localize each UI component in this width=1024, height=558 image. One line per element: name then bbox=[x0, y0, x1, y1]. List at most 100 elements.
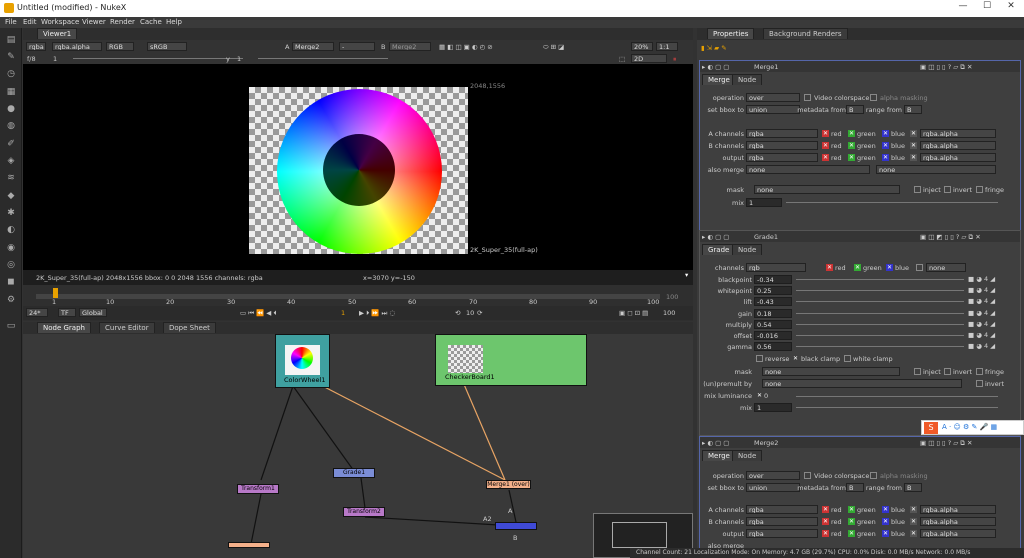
gain-value[interactable]: 1 bbox=[53, 55, 57, 63]
checkerboard-node[interactable]: CheckerBoard1 bbox=[435, 334, 587, 386]
grade1-whitepoint-slider[interactable] bbox=[796, 290, 964, 291]
minimap-viewport[interactable] bbox=[612, 522, 667, 548]
grade1-blackpoint-slider[interactable] bbox=[796, 279, 964, 280]
timeline-end[interactable]: 100 bbox=[666, 293, 678, 301]
grade1-gain-swatch-icons[interactable]: ■ ◕ 4 ◢ bbox=[968, 309, 995, 317]
merge2-tab-merge[interactable]: Merge bbox=[702, 450, 736, 461]
frame-field[interactable]: 1 bbox=[341, 309, 345, 317]
grade1-mix-field[interactable]: 1 bbox=[754, 403, 792, 412]
grade1-lift-slider[interactable] bbox=[796, 301, 964, 302]
metadata-icon[interactable]: ◐ bbox=[5, 224, 17, 236]
alpha-dropdown[interactable]: rgba.alpha bbox=[52, 42, 102, 51]
roi-icon[interactable]: ⬚ bbox=[619, 55, 625, 63]
close-icon[interactable]: ✕ bbox=[1004, 1, 1018, 15]
tab-node-graph[interactable]: Node Graph bbox=[37, 322, 91, 333]
grade1-reverse-checkbox[interactable] bbox=[756, 355, 763, 362]
rgb-dropdown[interactable]: RGB bbox=[106, 42, 134, 51]
grade1-gamma-slider[interactable] bbox=[796, 346, 964, 347]
merge2-b-channels-dropdown[interactable]: rgba bbox=[746, 517, 818, 526]
fstop-label[interactable]: f/8 bbox=[27, 55, 36, 63]
merge1-operation-dropdown[interactable]: over bbox=[746, 93, 800, 102]
grade1-mask-dropdown[interactable]: none bbox=[762, 367, 900, 376]
playhead[interactable] bbox=[53, 288, 58, 298]
merge-icon[interactable]: ◈ bbox=[5, 155, 17, 167]
merge1-also-merge-dropdown[interactable]: none bbox=[746, 165, 870, 174]
grade1-alpha-checkbox[interactable] bbox=[916, 264, 923, 271]
merge1-out-alpha-dropdown[interactable]: rgba.alpha bbox=[920, 153, 996, 162]
grade-node[interactable]: Grade1 bbox=[333, 468, 375, 478]
grade1-multiply-swatch-icons[interactable]: ■ ◕ 4 ◢ bbox=[968, 320, 995, 328]
merge1-a-alpha-dropdown[interactable]: rgba.alpha bbox=[920, 129, 996, 138]
tab-viewer[interactable]: Viewer1 bbox=[37, 28, 78, 39]
merge1-a-blue-checkbox[interactable]: ✕ bbox=[882, 130, 889, 137]
viewer-icons-2[interactable]: ⬭ ⊞ ◪ bbox=[543, 43, 564, 52]
zoom-dropdown[interactable]: 20% bbox=[631, 42, 653, 51]
node-graph-canvas[interactable]: ColorWheel1 CheckerBoard1 Grade1 Transfo… bbox=[23, 334, 693, 558]
ime-logo-icon[interactable]: S bbox=[924, 422, 938, 434]
merge1-tab-merge[interactable]: Merge bbox=[702, 74, 736, 85]
keyer-icon[interactable]: ✐ bbox=[5, 138, 17, 150]
merge2-b-red-checkbox[interactable]: ✕ bbox=[822, 518, 829, 525]
merge1-a-channels-dropdown[interactable]: rgba bbox=[746, 129, 818, 138]
grade1-multiply-field[interactable]: 0.54 bbox=[754, 320, 792, 329]
grade1-channels-dropdown[interactable]: rgb bbox=[746, 263, 806, 272]
merge1-mix-slider[interactable] bbox=[786, 202, 998, 203]
merge2-out-green-checkbox[interactable]: ✕ bbox=[848, 530, 855, 537]
a-input-dropdown[interactable]: Merge2 bbox=[292, 42, 334, 51]
grade1-fringe-checkbox[interactable] bbox=[976, 368, 983, 375]
3d-icon[interactable]: ◆ bbox=[5, 190, 17, 202]
grade1-alpha-dropdown[interactable]: none bbox=[926, 263, 966, 272]
merge1-b-blue-checkbox[interactable]: ✕ bbox=[882, 142, 889, 149]
menu-edit[interactable]: Edit bbox=[23, 18, 37, 26]
merge1-out-alpha-checkbox[interactable]: ✕ bbox=[910, 154, 917, 161]
end-frame[interactable]: 100 bbox=[663, 309, 675, 317]
merge1-out-blue-checkbox[interactable]: ✕ bbox=[882, 154, 889, 161]
gamma-slider[interactable] bbox=[258, 58, 388, 59]
merge1-header-right-icons[interactable]: ▣ ◫ ▯ ▯ ? ▱ ⧉ ✕ bbox=[920, 63, 972, 72]
grade1-offset-field[interactable]: -0.016 bbox=[754, 331, 792, 340]
merge2-alpha-masking-checkbox[interactable] bbox=[870, 472, 877, 479]
merge1-invert-checkbox[interactable] bbox=[944, 186, 951, 193]
ime-toolbar[interactable]: S A · ☺ ⚙ ✎ 🎤 ▦ bbox=[921, 420, 1024, 435]
merge2-bbox-dropdown[interactable]: union bbox=[746, 483, 800, 492]
other-icon[interactable]: ⚙ bbox=[5, 294, 17, 306]
grade1-mixlum-slider[interactable] bbox=[796, 396, 998, 397]
tab-background-renders[interactable]: Background Renders bbox=[763, 28, 848, 39]
merge1-a-green-checkbox[interactable]: ✕ bbox=[848, 130, 855, 137]
merge1-range-dropdown[interactable]: B bbox=[904, 105, 922, 114]
merge1-node[interactable]: Merge1 (over) bbox=[486, 480, 531, 489]
merge1-mask-dropdown[interactable]: none bbox=[754, 185, 900, 194]
transform1-node[interactable]: Transform1 bbox=[237, 484, 279, 494]
transform2-node[interactable]: Transform2 bbox=[343, 507, 385, 517]
gamma-value[interactable]: 1 bbox=[237, 55, 241, 63]
ime-tool-icons[interactable]: A · ☺ ⚙ ✎ 🎤 ▦ bbox=[942, 423, 997, 431]
grade1-unpremult-dropdown[interactable]: none bbox=[762, 379, 962, 388]
grade1-white-clamp-checkbox[interactable] bbox=[844, 355, 851, 362]
grade1-red-checkbox[interactable]: ✕ bbox=[826, 264, 833, 271]
merge1-bbox-dropdown[interactable]: union bbox=[746, 105, 800, 114]
grade1-gamma-swatch-icons[interactable]: ■ ◕ 4 ◢ bbox=[968, 342, 995, 350]
merge2-operation-dropdown[interactable]: over bbox=[746, 471, 800, 480]
merge2-b-green-checkbox[interactable]: ✕ bbox=[848, 518, 855, 525]
colorspace-dropdown[interactable]: sRGB bbox=[147, 42, 187, 51]
grade1-tab-grade[interactable]: Grade bbox=[702, 244, 736, 255]
merge1-b-green-checkbox[interactable]: ✕ bbox=[848, 142, 855, 149]
merge2-a-alpha-dropdown[interactable]: rgba.alpha bbox=[920, 505, 996, 514]
merge1-b-alpha-dropdown[interactable]: rgba.alpha bbox=[920, 141, 996, 150]
channel-icon[interactable]: ▦ bbox=[5, 86, 17, 98]
tf-dropdown[interactable]: TF bbox=[58, 308, 76, 317]
merge2-a-channels-dropdown[interactable]: rgba bbox=[746, 505, 818, 514]
grade1-green-checkbox[interactable]: ✕ bbox=[854, 264, 861, 271]
merge2-b-alpha-dropdown[interactable]: rgba.alpha bbox=[920, 517, 996, 526]
transport-forward-icons[interactable]: ▶ ⏵ ⏩ ⏭ ◌ bbox=[359, 309, 395, 318]
grade1-gain-slider[interactable] bbox=[796, 313, 964, 314]
merge1-alpha-masking-checkbox[interactable] bbox=[870, 94, 877, 101]
merge2-out-alpha-checkbox[interactable]: ✕ bbox=[910, 530, 917, 537]
merge2-range-dropdown[interactable]: B bbox=[904, 483, 922, 492]
merge2-a-green-checkbox[interactable]: ✕ bbox=[848, 506, 855, 513]
merge1-fringe-checkbox[interactable] bbox=[976, 186, 983, 193]
merge1-a-red-checkbox[interactable]: ✕ bbox=[822, 130, 829, 137]
maximize-icon[interactable]: ☐ bbox=[980, 1, 994, 15]
lower-node[interactable] bbox=[228, 542, 270, 548]
grade1-lift-field[interactable]: -0.43 bbox=[754, 297, 792, 306]
